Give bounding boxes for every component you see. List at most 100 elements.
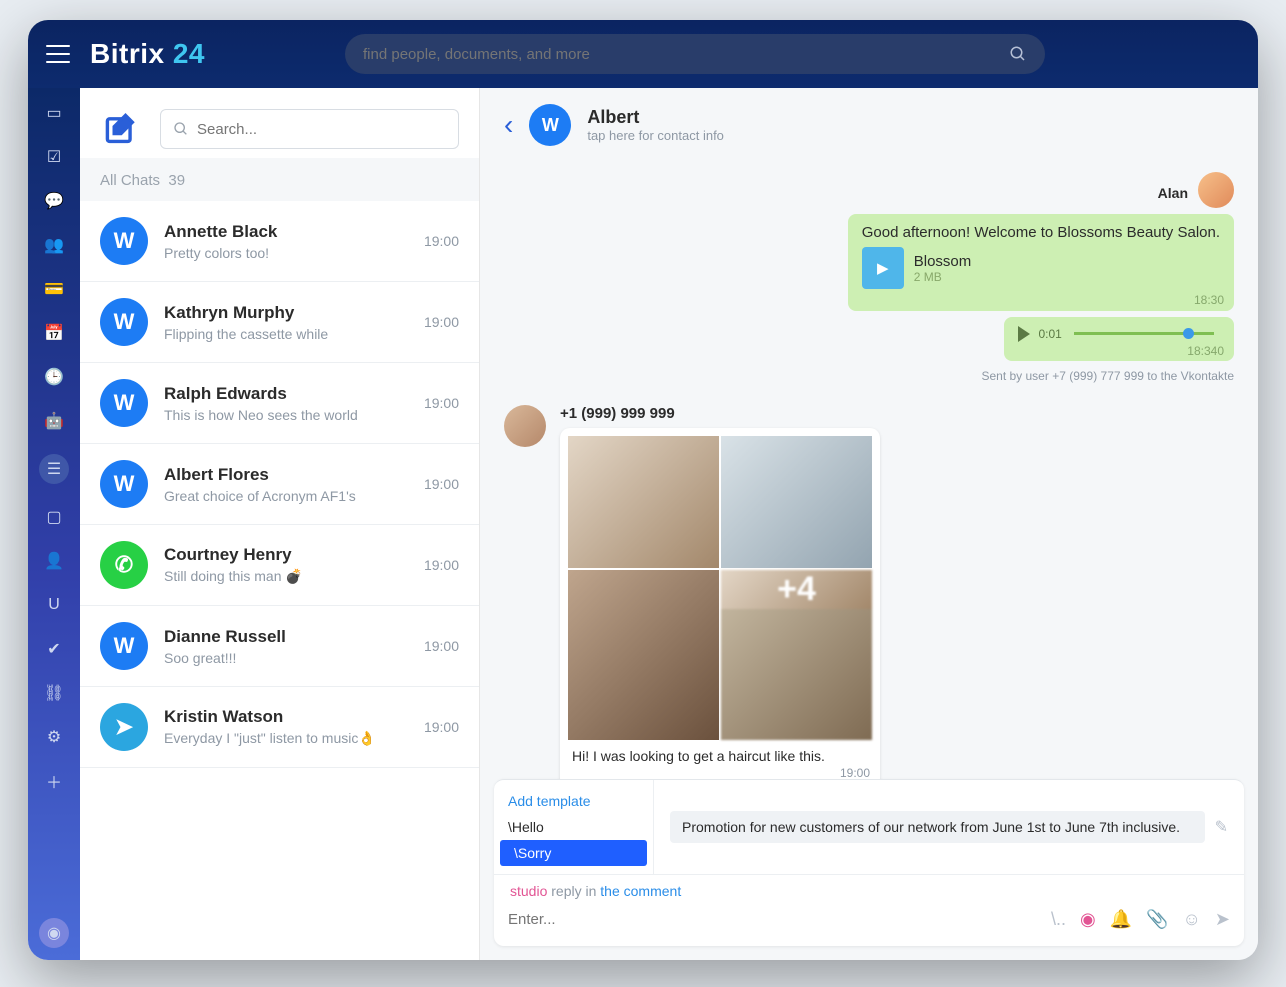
window-icon[interactable]: ▢ — [43, 506, 65, 528]
gallery-image-more[interactable]: +4 — [721, 570, 872, 741]
message-list: Alan Good afternoon! Welcome to Blossoms… — [480, 162, 1258, 779]
compose-button[interactable] — [100, 108, 142, 150]
chat-row[interactable]: W Kathryn Murphy Flipping the cassette whi… — [80, 282, 479, 363]
backslash-icon[interactable]: \.. — [1051, 909, 1066, 930]
agent-avatar — [1198, 172, 1234, 208]
chat-row[interactable]: W Ralph Edwards This is how Neo sees the w… — [80, 363, 479, 444]
edit-template-button[interactable]: ✎ — [1215, 817, 1228, 837]
crm-icon[interactable]: 💳 — [43, 278, 65, 300]
tg-icon: ➤ — [100, 703, 148, 751]
search-icon — [1009, 45, 1027, 63]
chat-search-input[interactable] — [197, 121, 446, 138]
play-icon[interactable] — [1018, 326, 1030, 342]
chat-preview: Still doing this man 💣 — [164, 568, 424, 585]
composer: Add template \Hello\Sorry Promotion for … — [494, 779, 1244, 946]
outgoing-message: Good afternoon! Welcome to Blossoms Beau… — [848, 214, 1234, 311]
send-icon[interactable]: ➤ — [1215, 909, 1230, 930]
back-button[interactable]: ‹ — [504, 109, 513, 141]
attachment[interactable]: ▶ Blossom 2 MB — [862, 247, 1220, 289]
chat-preview: Soo great!!! — [164, 650, 424, 666]
vk-icon: W — [100, 298, 148, 346]
chat-time: 19:00 — [424, 476, 459, 492]
chat-row[interactable]: W Annette Black Pretty colors too!19:00 — [80, 201, 479, 282]
eye-icon[interactable]: ◉ — [1080, 909, 1096, 930]
feed-icon[interactable]: ▭ — [43, 102, 65, 124]
search-icon — [173, 121, 189, 137]
calendar-icon[interactable]: 📅 — [43, 322, 65, 344]
chat-row[interactable]: ✆Courtney HenryStill doing this man 💣19:… — [80, 525, 479, 606]
attachment-size: 2 MB — [914, 270, 972, 284]
sitemap-icon[interactable]: ⛓ — [43, 682, 65, 704]
global-search-input[interactable] — [363, 46, 1009, 63]
u-icon[interactable]: U — [43, 594, 65, 616]
gallery-image[interactable] — [568, 436, 719, 568]
gear-icon[interactable]: ⚙ — [43, 726, 65, 748]
contact-phone: +1 (999) 999 999 — [560, 405, 880, 422]
chat-time: 19:00 — [424, 233, 459, 249]
chat-row[interactable]: WDianne RussellSoo great!!!19:00 — [80, 606, 479, 687]
template-option[interactable]: \Sorry — [500, 840, 647, 866]
conversation-title[interactable]: Albert — [587, 107, 724, 128]
chat-list: WAnnette BlackPretty colors too!19:00WKa… — [80, 201, 479, 960]
message-text: Good afternoon! Welcome to Blossoms Beau… — [862, 224, 1220, 241]
chat-name: Albert Flores — [164, 465, 424, 485]
conversation-header: ‹ W Albert tap here for contact info — [480, 88, 1258, 162]
task-icon[interactable]: ☑ — [43, 146, 65, 168]
chat-filter[interactable]: All Chats 39 — [80, 158, 479, 201]
hamburger-icon[interactable] — [46, 45, 70, 63]
chat-time: 19:00 — [424, 395, 459, 411]
conversation-panel: ‹ W Albert tap here for contact info Ala… — [480, 88, 1258, 960]
chat-time: 19:00 — [424, 314, 459, 330]
vk-icon: W — [100, 217, 148, 265]
audio-track[interactable] — [1074, 332, 1214, 335]
chat-preview: This is how Neo sees the world — [164, 407, 424, 423]
contact-avatar — [504, 405, 546, 447]
vk-icon: W — [100, 460, 148, 508]
plus-icon[interactable]: ＋ — [43, 770, 65, 792]
chat-name: Courtney Henry — [164, 545, 424, 565]
emoji-icon[interactable]: ☺ — [1183, 909, 1201, 930]
attachment-name: Blossom — [914, 253, 972, 270]
chat-name: Ralph Edwards — [164, 384, 424, 404]
reply-mid: reply in — [547, 883, 600, 899]
template-option[interactable]: \Hello — [494, 814, 653, 840]
bell-icon[interactable]: 🔔 — [1110, 909, 1132, 930]
chat-row[interactable]: ➤Kristin WatsonEveryday I "just" listen … — [80, 687, 479, 768]
bot-icon[interactable]: 🤖 — [43, 410, 65, 432]
check-icon[interactable]: ✔ — [43, 638, 65, 660]
add-template-button[interactable]: Add template — [494, 788, 653, 814]
audio-time: 18:340 — [1187, 344, 1224, 358]
message-input[interactable] — [508, 905, 1037, 934]
filter-label: All Chats — [100, 172, 160, 189]
contact-icon[interactable]: 👤 — [43, 550, 65, 572]
chat-search[interactable] — [160, 109, 459, 149]
chat-preview: Pretty colors too! — [164, 245, 424, 261]
chat-row[interactable]: W Albert Flores Great choice of Acronym AF… — [80, 444, 479, 525]
agent-name: Alan — [1158, 185, 1188, 201]
chat-preview: Great choice of Acronym AF1's — [164, 488, 424, 504]
image-gallery[interactable]: +4 — [568, 436, 872, 740]
chat-name: Annette Black — [164, 222, 424, 242]
app-logo: Bitrix 24 — [90, 38, 205, 70]
video-icon: ▶ — [862, 247, 904, 289]
chat-icon[interactable]: 💬 — [43, 190, 65, 212]
chat-preview: Flipping the cassette while — [164, 326, 424, 342]
reply-context: studio reply in the comment — [494, 875, 1244, 899]
reply-comment-link[interactable]: the comment — [600, 883, 681, 899]
time-icon[interactable]: 🕒 — [43, 366, 65, 388]
global-search[interactable] — [345, 34, 1045, 74]
vk-icon: W — [100, 379, 148, 427]
chat-name: Kristin Watson — [164, 707, 424, 727]
chat-name: Kathryn Murphy — [164, 303, 424, 323]
conversation-subtitle[interactable]: tap here for contact info — [587, 128, 724, 143]
attach-icon[interactable]: 📎 — [1146, 909, 1168, 930]
filter-icon[interactable]: ☰ — [39, 454, 69, 484]
vk-icon: W — [100, 622, 148, 670]
gallery-image[interactable] — [721, 436, 872, 568]
wa-icon: ✆ — [100, 541, 148, 589]
message-live-icon[interactable]: ◉ — [39, 918, 69, 948]
gallery-image[interactable] — [568, 570, 719, 741]
incoming-message: +4 Hi! I was looking to get a haircut li… — [560, 428, 880, 779]
audio-message[interactable]: 0:01 18:340 — [1004, 317, 1234, 361]
group-icon[interactable]: 👥 — [43, 234, 65, 256]
